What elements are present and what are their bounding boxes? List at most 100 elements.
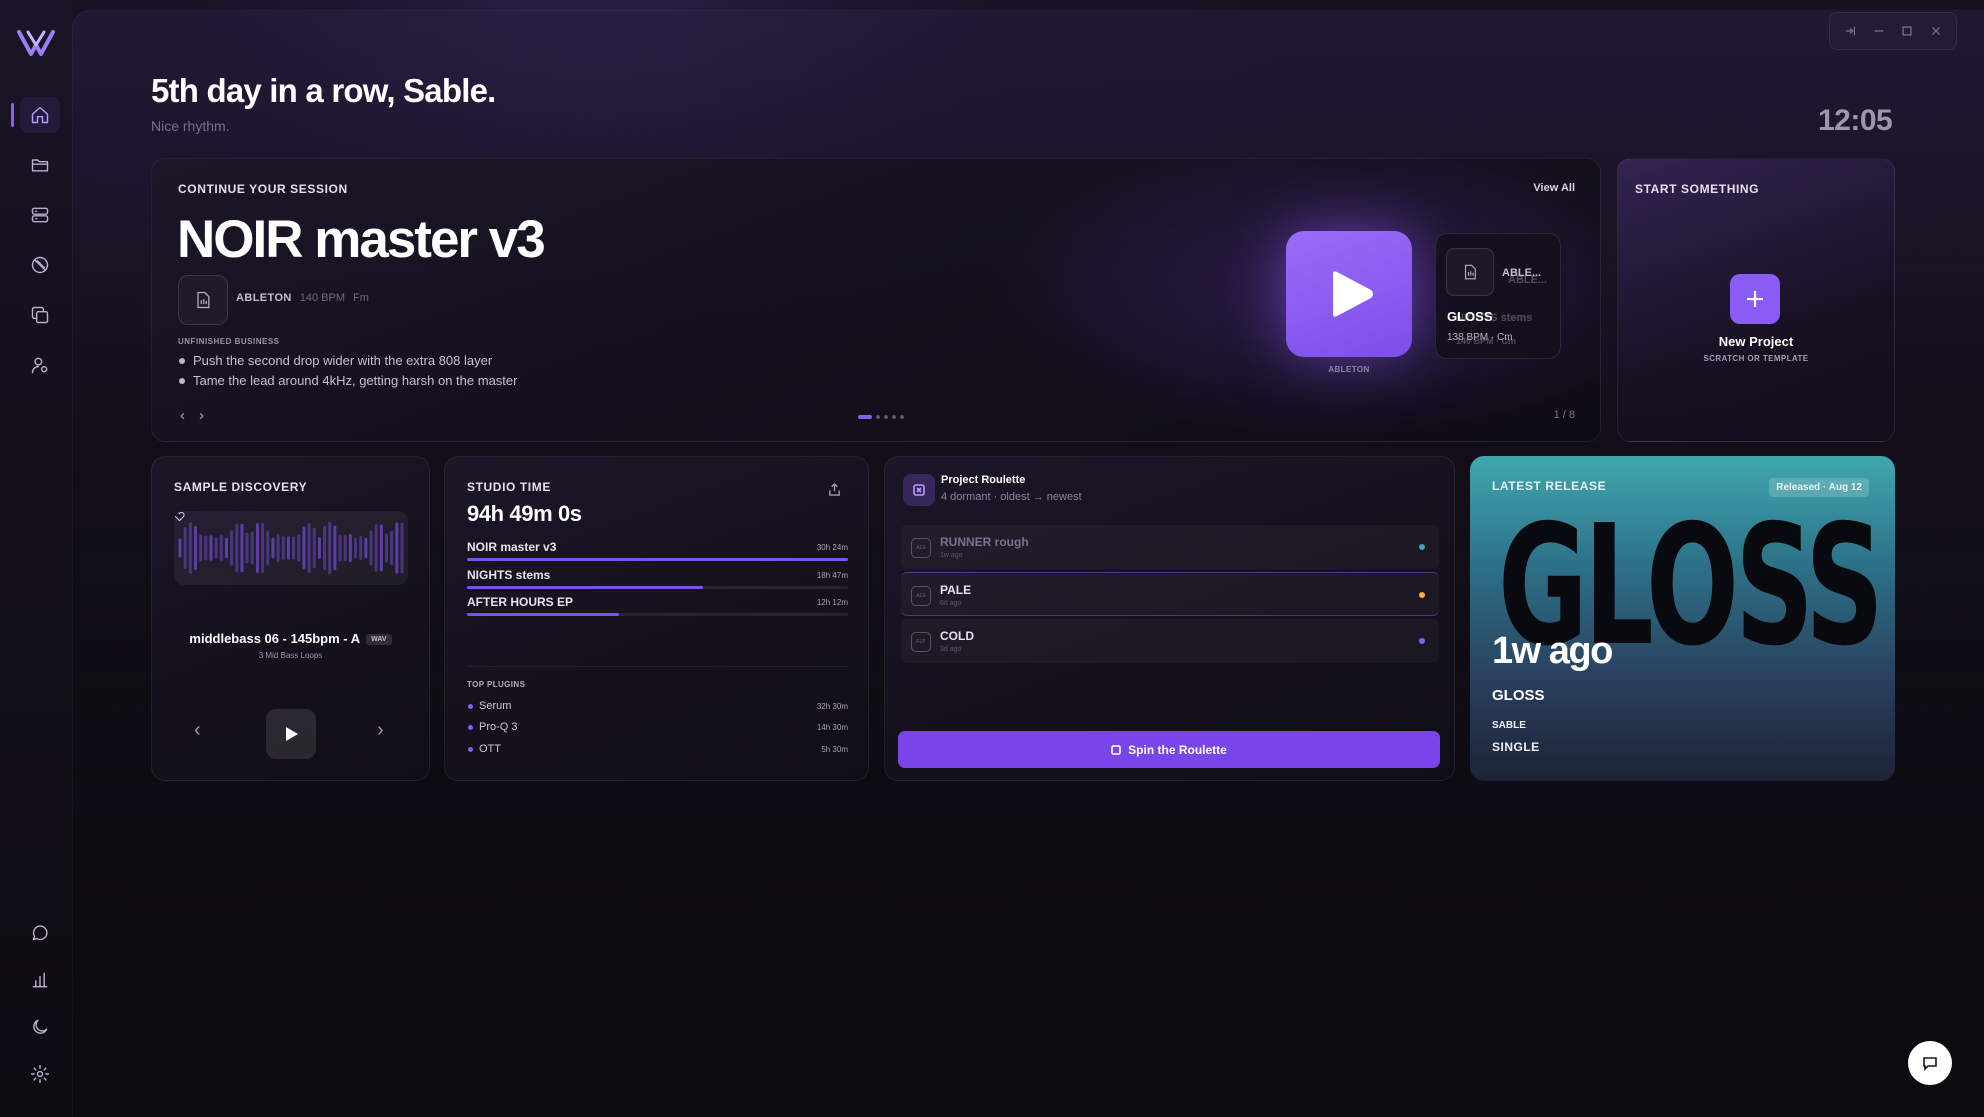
tag-off-icon xyxy=(31,256,49,274)
section-label: Continue your session xyxy=(178,182,348,196)
sidebar-item-chat[interactable] xyxy=(20,915,60,951)
minimize-button[interactable] xyxy=(1868,20,1890,42)
next-session-card[interactable]: ABLE... NIGHTS stems 140 BPM · Cm ABLE..… xyxy=(1435,233,1561,359)
sample-name: middlebass 06 - 145bpm - A WAV xyxy=(152,631,429,646)
play-sample-button[interactable] xyxy=(266,709,316,759)
sidebar-item-theme[interactable] xyxy=(20,1009,60,1045)
sidebar-item-tags[interactable] xyxy=(20,247,60,283)
waveform-bar xyxy=(400,522,404,574)
sample-title: middlebass 06 - 145bpm - A xyxy=(189,631,361,646)
carousel-dot[interactable] xyxy=(858,415,872,419)
next-meta: 138 BPM · Cm xyxy=(1447,332,1513,343)
play-session-button[interactable] xyxy=(1286,231,1412,357)
project-time-row[interactable]: NIGHTS stems 18h 47m xyxy=(467,568,848,589)
waveform-bar xyxy=(193,526,197,570)
format-badge: WAV xyxy=(366,634,392,645)
sample-pack: 3 Mid Bass Loops xyxy=(258,651,323,660)
unfinished-label: UNFINISHED BUSINESS xyxy=(178,337,280,346)
waveform-bar xyxy=(307,522,311,574)
document-icon xyxy=(197,291,210,309)
waveform-bar xyxy=(379,524,383,572)
project-name: AFTER HOURS EP xyxy=(467,595,574,609)
project-time: 18h 47m xyxy=(816,571,848,580)
waveform-bar xyxy=(286,536,290,560)
waveform-bar xyxy=(271,537,275,559)
latest-release-card[interactable]: GLOSS Latest Release Released · Aug 12 1… xyxy=(1470,456,1895,781)
roulette-item-name: PALE xyxy=(940,583,972,597)
sidebar-item-versions[interactable] xyxy=(20,297,60,333)
sidebar-item-settings[interactable] xyxy=(20,1056,60,1092)
waveform-bar xyxy=(364,537,368,559)
section-label: Latest Release xyxy=(1492,479,1607,493)
maximize-button[interactable] xyxy=(1896,20,1918,42)
prev-sample-icon[interactable]: ‹ xyxy=(194,719,201,742)
new-project-button[interactable] xyxy=(1730,274,1780,324)
carousel-dot[interactable] xyxy=(884,415,888,419)
carousel-dot[interactable] xyxy=(900,415,904,419)
sample-discovery-card: Sample Discovery middlebass 06 - 145bpm … xyxy=(151,456,430,781)
chat-icon xyxy=(1923,1057,1937,1071)
time-bar-fill xyxy=(467,586,704,589)
carousel-dot[interactable] xyxy=(892,415,896,419)
project-time-row[interactable]: NOIR master v3 30h 24m xyxy=(467,540,848,561)
task-list: Push the second drop wider with the extr… xyxy=(178,353,517,393)
roulette-item-age: 6d ago xyxy=(940,600,962,607)
prev-arrow-icon[interactable]: ‹ xyxy=(180,407,185,424)
time-bar-fill xyxy=(467,558,848,561)
roulette-item[interactable]: FLP COLD 3d ago xyxy=(901,619,1439,663)
project-file-icon: ALS xyxy=(911,538,931,558)
waveform-bar xyxy=(204,535,208,561)
bar-chart-icon xyxy=(32,972,48,988)
start-something-card: Start something New Project SCRATCH OR T… xyxy=(1617,158,1895,442)
roulette-item[interactable]: ALS PALE 6d ago xyxy=(901,572,1439,616)
sidebar-item-projects[interactable] xyxy=(20,147,60,183)
app-logo-icon[interactable] xyxy=(17,28,55,58)
sidebar-item-profile[interactable] xyxy=(20,347,60,383)
release-name: GLOSS xyxy=(1492,687,1545,704)
sidebar-item-home[interactable] xyxy=(11,97,60,133)
next-arrow-icon[interactable]: › xyxy=(199,407,204,424)
plus-icon xyxy=(1747,291,1763,307)
carousel-dot[interactable] xyxy=(876,415,880,419)
sidebar-item-stats[interactable] xyxy=(20,962,60,998)
project-file-icon xyxy=(178,275,228,325)
project-time-row[interactable]: AFTER HOURS EP 12h 12m xyxy=(467,595,848,616)
waveform[interactable] xyxy=(174,511,408,585)
roulette-item-name: COLD xyxy=(940,629,974,643)
spin-label: Spin the Roulette xyxy=(1128,742,1227,757)
waveform-bar xyxy=(359,536,363,560)
plugin-row: Serum 32h 30m xyxy=(467,700,848,712)
plugin-time: 5h 30m xyxy=(821,745,848,754)
waveform-bar xyxy=(240,523,244,573)
waveform-bar xyxy=(245,532,249,564)
color-dot xyxy=(1419,638,1425,644)
view-all-link[interactable]: View All xyxy=(1533,182,1575,194)
new-project-subtitle: SCRATCH OR TEMPLATE xyxy=(1703,354,1809,363)
pin-window-button[interactable] xyxy=(1839,20,1861,42)
waveform-bar xyxy=(224,538,228,558)
time-bar xyxy=(467,586,848,589)
collapse-right-icon xyxy=(1845,26,1856,36)
waveform-bar xyxy=(261,522,265,574)
studio-time-card: Studio Time 94h 49m 0s NOIR master v3 30… xyxy=(444,456,869,781)
color-dot xyxy=(1419,544,1425,550)
share-icon[interactable] xyxy=(828,483,841,496)
dice-glyph xyxy=(913,484,925,496)
close-button[interactable] xyxy=(1925,20,1947,42)
sidebar-item-library[interactable] xyxy=(20,197,60,233)
waveform-bar xyxy=(188,522,192,574)
chat-button[interactable] xyxy=(1908,1041,1952,1085)
home-icon xyxy=(31,106,49,124)
new-project-title[interactable]: New Project xyxy=(1618,334,1894,349)
session-title[interactable]: NOIR master v3 xyxy=(177,209,546,270)
project-name: NIGHTS stems xyxy=(467,568,551,582)
release-ago: 1w ago xyxy=(1492,630,1613,672)
waveform-bar xyxy=(369,530,373,566)
section-label: Studio Time xyxy=(467,480,551,494)
next-sample-icon[interactable]: › xyxy=(377,719,384,742)
heart-icon[interactable] xyxy=(174,511,185,522)
roulette-item[interactable]: ALS RUNNER rough 1w ago xyxy=(901,525,1439,569)
spin-roulette-button[interactable]: Spin the Roulette xyxy=(898,731,1440,768)
waveform-bar xyxy=(178,538,182,558)
top-plugins-label: TOP PLUGINS xyxy=(467,680,526,689)
